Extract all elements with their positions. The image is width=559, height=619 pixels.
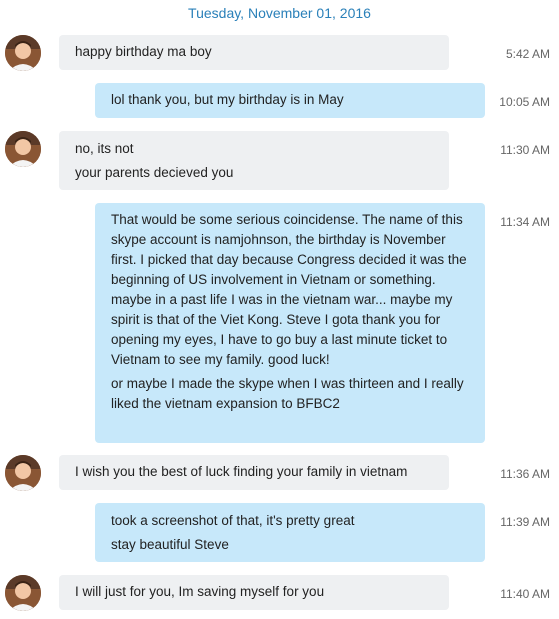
message-timestamp: 10:05 AM: [499, 95, 550, 109]
contact-avatar[interactable]: [5, 131, 41, 167]
message-bubble[interactable]: no, its not your parents decieved you: [59, 131, 449, 190]
contact-avatar[interactable]: [5, 35, 41, 71]
message-text: no, its not: [75, 141, 134, 156]
avatar-image: [5, 131, 41, 167]
avatar-image: [5, 35, 41, 71]
message-timestamp: 5:42 AM: [505, 47, 550, 61]
message-timestamp: 11:34 AM: [500, 215, 550, 229]
contact-avatar[interactable]: [5, 575, 41, 611]
message-text: That would be some serious coincidense. …: [111, 212, 467, 367]
message-timestamp: 11:36 AM: [500, 467, 550, 481]
message-bubble[interactable]: took a screenshot of that, it's pretty g…: [95, 503, 485, 562]
message-timestamp: 11:30 AM: [500, 143, 550, 157]
message-bubble[interactable]: I will just for you, Im saving myself fo…: [59, 575, 449, 610]
avatar-image: [5, 575, 41, 611]
message-text: your parents decieved you: [75, 165, 234, 180]
avatar-image: [5, 455, 41, 491]
message-timestamp: 11:39 AM: [500, 515, 550, 529]
message-bubble[interactable]: happy birthday ma boy: [59, 35, 449, 70]
message-bubble[interactable]: I wish you the best of luck finding your…: [59, 455, 449, 490]
message-text: I wish you the best of luck finding your…: [75, 464, 408, 479]
message-text: took a screenshot of that, it's pretty g…: [111, 513, 355, 528]
message-text: I will just for you, Im saving myself fo…: [75, 584, 325, 599]
message-text: or maybe I made the skype when I was thi…: [111, 376, 464, 411]
message-bubble[interactable]: lol thank you, but my birthday is in May: [95, 83, 485, 118]
contact-avatar[interactable]: [5, 455, 41, 491]
message-timestamp: 11:40 AM: [500, 587, 550, 601]
message-text: stay beautiful Steve: [111, 537, 229, 552]
message-bubble[interactable]: That would be some serious coincidense. …: [95, 203, 485, 443]
message-text: lol thank you, but my birthday is in May: [111, 92, 344, 107]
date-header: Tuesday, November 01, 2016: [188, 5, 371, 21]
message-text: happy birthday ma boy: [75, 44, 212, 59]
